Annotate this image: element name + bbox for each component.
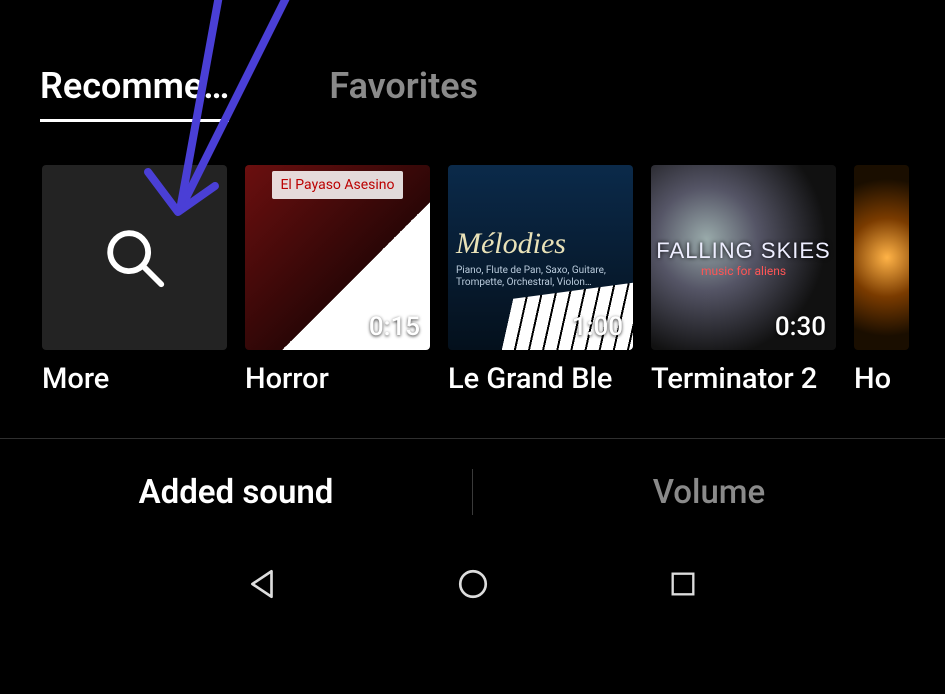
- carousel-item[interactable]: FALLING SKIES music for aliens 0:30 Term…: [651, 165, 836, 396]
- nav-recents-button[interactable]: [658, 559, 708, 609]
- carousel-more[interactable]: More: [42, 165, 227, 396]
- more-tile[interactable]: [42, 165, 227, 350]
- sound-label: Terminator 2: [651, 362, 836, 396]
- square-recents-icon: [668, 569, 698, 599]
- sound-tabs: Recomme… Favorites: [0, 0, 945, 147]
- duration-badge: 0:30: [775, 312, 826, 342]
- sound-label: Le Grand Ble: [448, 362, 633, 396]
- carousel-item[interactable]: Ho: [854, 165, 909, 396]
- nav-back-button[interactable]: [238, 559, 288, 609]
- search-icon: [100, 223, 170, 293]
- tab-recommended[interactable]: Recomme…: [40, 65, 229, 122]
- nav-home-button[interactable]: [448, 559, 498, 609]
- cover-text: FALLING SKIES: [656, 238, 830, 264]
- carousel-item[interactable]: El Payaso Asesino 0:15 Horror: [245, 165, 430, 396]
- more-label: More: [42, 362, 227, 396]
- sound-cover-terminator[interactable]: FALLING SKIES music for aliens 0:30: [651, 165, 836, 350]
- sound-cover-melodies[interactable]: Mélodies Piano, Flute de Pan, Saxo, Guit…: [448, 165, 633, 350]
- sound-label: Horror: [245, 362, 430, 396]
- sound-label: Ho: [854, 362, 909, 396]
- cover-text: Mélodies: [456, 227, 566, 261]
- sound-cover-horror[interactable]: El Payaso Asesino 0:15: [245, 165, 430, 350]
- circle-home-icon: [456, 567, 490, 601]
- cover-text: El Payaso Asesino: [272, 171, 402, 199]
- triangle-back-icon: [246, 567, 280, 601]
- duration-badge: 0:15: [369, 312, 420, 342]
- sound-panel-tabs: Added sound Volume: [0, 439, 945, 545]
- android-navbar: [0, 545, 945, 609]
- sound-carousel: More El Payaso Asesino 0:15 Horror Mélod…: [0, 147, 945, 396]
- tab-volume[interactable]: Volume: [473, 473, 945, 512]
- tab-added-sound[interactable]: Added sound: [0, 473, 472, 512]
- carousel-item[interactable]: Mélodies Piano, Flute de Pan, Saxo, Guit…: [448, 165, 633, 396]
- sound-cover-partial[interactable]: [854, 165, 909, 350]
- cover-subtext: Piano, Flute de Pan, Saxo, Guitare, Trom…: [456, 265, 625, 289]
- cover-subtext: music for aliens: [701, 264, 786, 278]
- duration-badge: 1:00: [572, 312, 623, 342]
- tab-favorites[interactable]: Favorites: [329, 65, 478, 122]
